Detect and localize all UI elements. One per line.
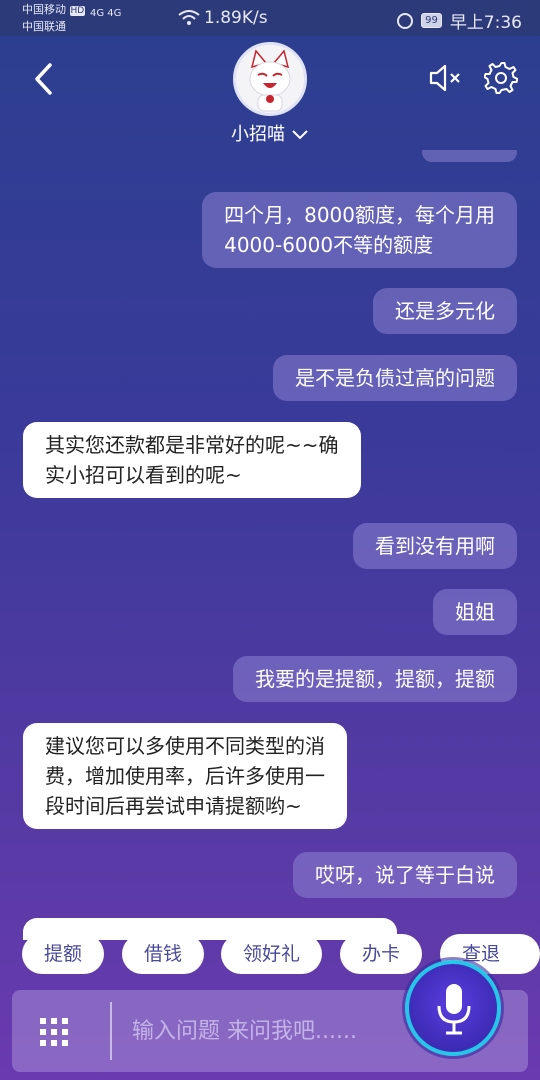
carrier-info: 中国移动 HD 中国联通	[22, 2, 86, 35]
chevron-down-icon	[292, 130, 308, 140]
alarm-icon	[397, 12, 414, 29]
partial-message-bubble	[422, 150, 517, 162]
chat-log[interactable]: 四个月，8000额度，每个月用 4000-6000不等的额度 还是多元化 是不是…	[0, 150, 540, 940]
message-bubble-user: 四个月，8000额度，每个月用 4000-6000不等的额度	[202, 192, 517, 268]
message-bubble-user: 看到没有用啊	[353, 523, 517, 569]
settings-gear-icon[interactable]	[484, 60, 518, 94]
question-input[interactable]	[132, 1008, 412, 1054]
quick-reply-chip[interactable]: 领好礼	[221, 934, 323, 974]
message-bubble-user: 姐姐	[433, 589, 517, 635]
status-bar: 中国移动 HD 中国联通 4G 4G 1.89K/s 99 早上7:36	[0, 0, 540, 36]
bot-title[interactable]: 小招喵	[0, 120, 540, 146]
mute-icon[interactable]	[428, 62, 464, 94]
message-text: 四个月，8000额度，每个月用 4000-6000不等的额度	[224, 203, 495, 257]
message-text: 是不是负债过高的问题	[295, 366, 495, 390]
message-text: 我要的是提额，提额，提额	[255, 667, 495, 691]
message-bubble-user: 还是多元化	[373, 288, 517, 334]
message-bubble-bot: 建议您可以多使用不同类型的消 费，增加使用率，后许多使用一 段时间后再尝试申请提…	[23, 723, 347, 829]
quick-reply-chip[interactable]: 办卡	[340, 934, 423, 974]
message-text: 姐姐	[455, 600, 495, 624]
signal-icon: 4G 4G	[90, 8, 122, 19]
message-text: 还是多元化	[395, 299, 495, 323]
message-bubble-user: 是不是负债过高的问题	[273, 355, 517, 401]
clock: 早上7:36	[449, 13, 522, 33]
speed-value: 1.89K/s	[204, 8, 268, 28]
microphone-icon	[437, 984, 471, 1035]
wifi-icon	[178, 10, 200, 25]
message-bubble-bot: 其实您还款都是非常好的呢~~确 实小招可以看到的呢~	[23, 422, 361, 498]
avatar[interactable]	[233, 42, 307, 116]
divider	[110, 1002, 112, 1060]
carrier-1: 中国移动	[22, 3, 66, 16]
message-text: 其实您还款都是非常好的呢~~确 实小招可以看到的呢~	[45, 433, 339, 487]
status-right: 99 早上7:36	[397, 8, 522, 33]
hd-badge: HD	[69, 6, 86, 16]
quick-reply-chip[interactable]: 提额	[22, 934, 105, 974]
message-text: 看到没有用啊	[375, 534, 495, 558]
battery-icon: 99	[421, 13, 442, 28]
network-speed: 1.89K/s	[178, 8, 268, 28]
message-text: 哎呀，说了等于白说	[315, 863, 495, 887]
quick-reply-chip[interactable]: 借钱	[122, 934, 205, 974]
message-bubble-user: 哎呀，说了等于白说	[293, 852, 517, 898]
page-title: 小招喵	[231, 124, 285, 145]
menu-grid-icon[interactable]	[39, 1017, 69, 1047]
cat-mascot-icon	[249, 49, 291, 112]
voice-input-button[interactable]	[405, 960, 501, 1056]
message-text: 建议您可以多使用不同类型的消 费，增加使用率，后许多使用一 段时间后再尝试申请提…	[45, 734, 325, 818]
back-arrow-icon[interactable]	[30, 62, 58, 96]
carrier-2: 中国联通	[22, 20, 66, 33]
message-bubble-user: 我要的是提额，提额，提额	[233, 656, 517, 702]
